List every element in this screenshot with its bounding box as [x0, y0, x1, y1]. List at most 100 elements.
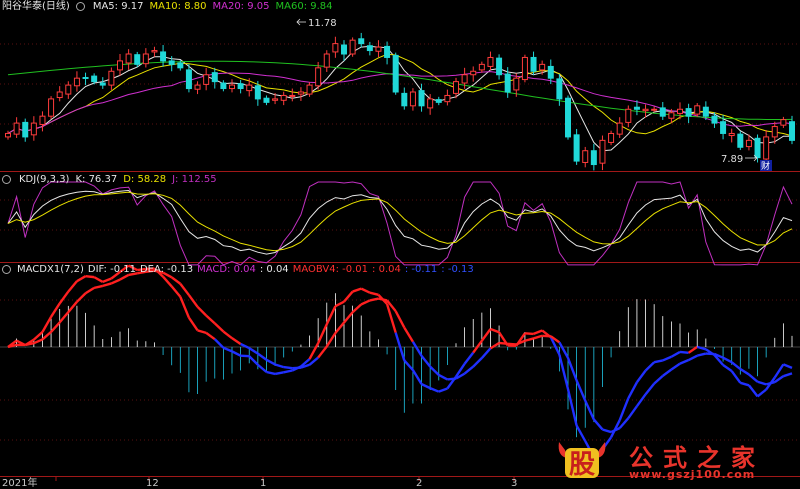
macd-dif-line: [773, 363, 785, 379]
macd-dea: DEA: -0.13: [139, 264, 194, 275]
macd-dif-line: [480, 328, 492, 342]
macd-dif-line: [240, 354, 250, 358]
candle-body: [487, 56, 494, 67]
macd-v7: : -0.11: [404, 264, 438, 275]
macd-dif-line: [403, 359, 414, 371]
x-label-3: 3: [511, 478, 518, 489]
candle-body: [754, 137, 761, 159]
macd-dea-line: [292, 366, 302, 370]
candle-body: [409, 91, 416, 107]
macd-dea-line: [403, 326, 414, 343]
candle-body: [134, 54, 141, 65]
macd-dea-line: [231, 337, 242, 345]
macd-dea-line: [84, 286, 95, 295]
event-marker[interactable]: 财: [760, 160, 772, 172]
macd-settings-icon[interactable]: [2, 263, 13, 277]
candle-body: [56, 91, 63, 99]
macd-maobv4: MAOBV4: -0.01: [292, 264, 369, 275]
candle-body: [427, 98, 434, 109]
candle-body: [358, 38, 365, 45]
macd-dea-line: [653, 375, 664, 385]
candle-body: [625, 108, 632, 123]
macd-dif-line: [438, 387, 448, 393]
macd-dea-line: [274, 363, 285, 369]
candle-body: [194, 84, 201, 90]
x-ticks: [55, 477, 515, 481]
candle-body: [582, 150, 589, 163]
candle-body: [521, 56, 528, 81]
macd-dif-line: [421, 383, 431, 390]
kdj-lines: [7, 181, 793, 266]
candle-body: [599, 139, 606, 164]
macd-dea-line: [257, 352, 268, 361]
candle-body: [401, 92, 408, 107]
candle-body: [280, 94, 287, 101]
macd-dif-line: [102, 277, 112, 284]
macd-lines: [7, 264, 793, 458]
candle-body: [478, 63, 485, 71]
macd-v8: : -0.13: [441, 264, 474, 275]
stock-chart[interactable]: 11.78 7.89 财: [0, 0, 800, 489]
macd-dea-line: [110, 278, 121, 285]
macd-dif-line: [50, 302, 61, 318]
high-annotation: 11.78: [296, 18, 337, 29]
macd-dea-line: [283, 365, 293, 370]
macd-dea-line: [351, 303, 363, 314]
macd-dea-line: [50, 321, 61, 333]
macd-dif-line: [756, 388, 767, 398]
candle-body: [694, 105, 701, 115]
settings-circle-icon[interactable]: [75, 0, 87, 14]
macd-dea-line: [240, 342, 250, 350]
macd-dif-line: [93, 276, 104, 283]
macd-header: MACDX1(7,2) DIF: -0.11 DEA: -0.13 MACD: …: [0, 263, 474, 277]
macd-dea-line: [378, 297, 388, 302]
macd-dea-line: [76, 292, 87, 303]
macd-dif-line: [162, 275, 173, 288]
macd-dea-line: [67, 301, 78, 313]
macd-dif-line: [231, 350, 242, 357]
macd-dif-line: [627, 381, 638, 399]
candle-body: [220, 82, 227, 90]
candle-body: [702, 106, 709, 117]
ma10-label: MA10: 8.80: [149, 1, 207, 12]
candle-body: [539, 63, 546, 71]
candle-body: [392, 54, 399, 93]
macd-dif-line: [67, 280, 78, 293]
candle-body: [237, 83, 244, 90]
macd-dea-line: [498, 341, 508, 345]
ma5-label: MA5: 9.17: [92, 1, 144, 12]
candle-body: [547, 65, 554, 79]
candle-body: [384, 45, 391, 58]
macd-dif-line: [524, 332, 534, 336]
macd-dif-line: [747, 384, 759, 398]
macd-dea-line: [575, 380, 587, 402]
kdj-j: J: 112.55: [172, 174, 217, 185]
macd-dea-line: [170, 276, 182, 285]
candle-body: [642, 108, 649, 112]
kdj-settings-icon[interactable]: [2, 173, 13, 187]
macd-dif-line: [533, 329, 543, 336]
macd-dif: DIF: -0.11: [87, 264, 136, 275]
macd-dif-line: [558, 354, 570, 390]
macd-dif-line: [739, 381, 750, 387]
candle-body: [737, 133, 744, 148]
macd-dif-line: [58, 290, 70, 305]
candle-body: [651, 108, 658, 111]
macd-dea-line: [196, 305, 208, 317]
macd-dea-line: [524, 337, 534, 342]
macd-dif-line: [308, 342, 320, 360]
macd-dea-line: [783, 372, 793, 378]
kdj-d-line: [7, 191, 793, 252]
macd-dea-line: [265, 358, 276, 366]
macd-dea-line: [463, 365, 474, 375]
low-label: 7.89: [721, 154, 743, 165]
macd-dif-line: [213, 338, 225, 349]
macd-dif-line: [266, 370, 276, 376]
macd-dea-line: [447, 377, 457, 381]
macd-dea-line: [688, 354, 698, 362]
candle-body: [771, 126, 778, 138]
macd-dea-line: [187, 294, 199, 308]
macd-dif-line: [283, 369, 293, 374]
macd-dif-line: [463, 351, 475, 365]
macd-dea-line: [222, 330, 233, 340]
